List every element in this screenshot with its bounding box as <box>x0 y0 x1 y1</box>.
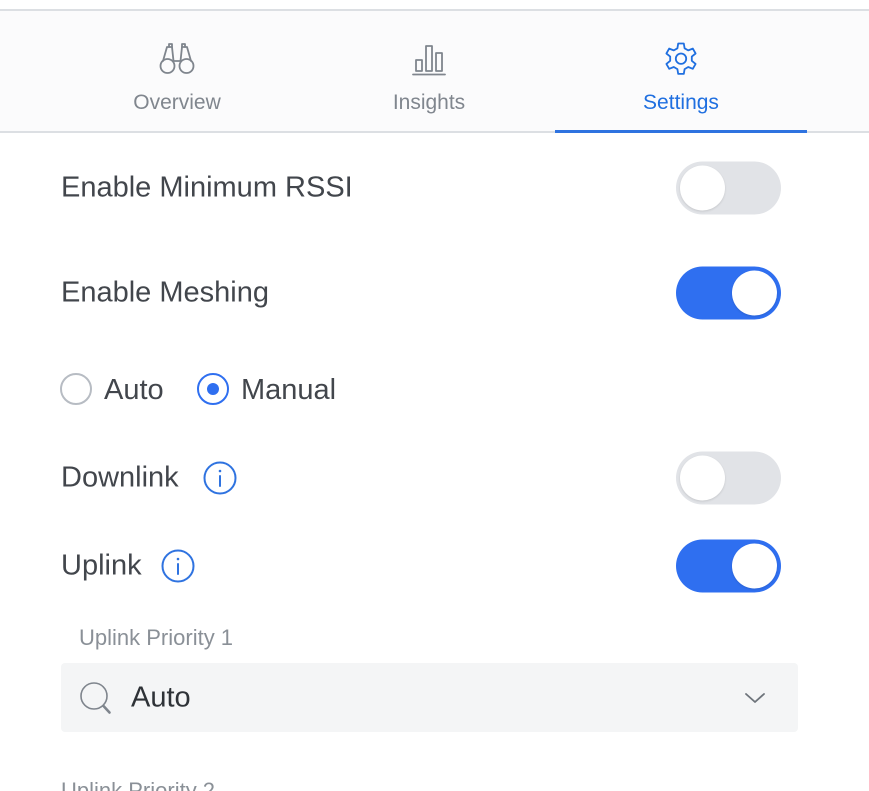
binoculars-icon <box>159 43 195 74</box>
uplink-row: Uplink <box>61 539 781 593</box>
bar-chart-icon <box>412 45 446 76</box>
uplink-priority-1-value: Auto <box>131 681 191 713</box>
meshing-row: Enable Meshing <box>61 266 781 320</box>
tab-settings[interactable]: Settings <box>555 11 807 133</box>
meshing-toggle[interactable] <box>676 266 781 320</box>
toggle-knob <box>680 165 725 211</box>
tab-bar: Overview Insights Settings <box>0 11 869 133</box>
info-icon[interactable] <box>161 549 195 583</box>
toggle-knob <box>732 543 777 589</box>
tab-insights-label: Insights <box>392 91 466 114</box>
min-rssi-label: Enable Minimum RSSI <box>61 171 353 204</box>
radio-auto[interactable]: Auto <box>60 371 180 411</box>
radio-circle <box>197 373 229 405</box>
radio-circle <box>60 373 92 405</box>
uplink-label: Uplink <box>61 549 142 582</box>
uplink-priority-1-label: Uplink Priority 1 <box>79 625 234 650</box>
tab-overview-label: Overview <box>133 91 221 114</box>
settings-screen: Overview Insights Settings Enable Minimu… <box>0 0 869 791</box>
downlink-label: Downlink <box>61 461 179 494</box>
radio-manual-label: Manual <box>241 374 337 406</box>
chevron-down-icon <box>745 693 765 703</box>
downlink-row: Downlink <box>61 451 781 505</box>
min-rssi-toggle[interactable] <box>676 161 781 215</box>
search-icon <box>80 682 111 714</box>
downlink-toggle[interactable] <box>676 451 781 505</box>
uplink-priority-1-select[interactable]: Auto <box>61 663 798 732</box>
toggle-knob <box>732 270 777 316</box>
info-icon[interactable] <box>203 461 237 495</box>
radio-auto-label: Auto <box>104 374 164 406</box>
uplink-toggle[interactable] <box>676 539 781 593</box>
mesh-mode-radio-group: Auto Manual <box>60 364 460 418</box>
tab-overview[interactable]: Overview <box>51 11 303 131</box>
min-rssi-row: Enable Minimum RSSI <box>61 161 781 215</box>
gear-icon <box>665 42 697 75</box>
meshing-label: Enable Meshing <box>61 276 269 309</box>
tab-insights[interactable]: Insights <box>303 11 555 131</box>
uplink-priority-2-label: Uplink Priority 2 <box>61 778 216 791</box>
toggle-knob <box>680 455 725 501</box>
tab-settings-label: Settings <box>643 91 719 114</box>
radio-manual[interactable]: Manual <box>197 371 357 411</box>
